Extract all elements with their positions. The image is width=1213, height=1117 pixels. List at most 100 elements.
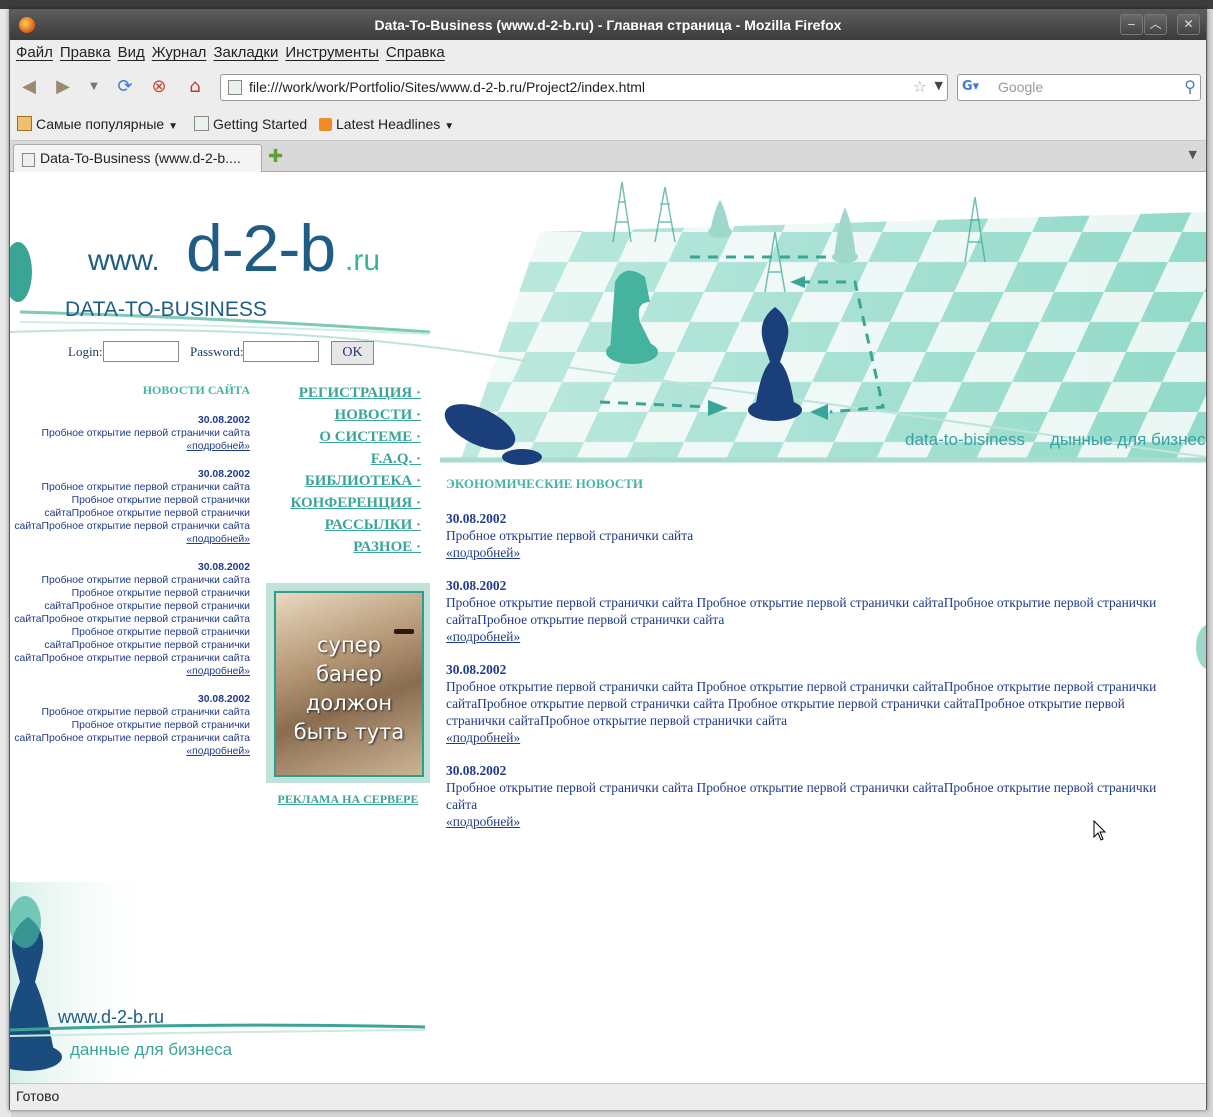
window-title: Data-To-Business (www.d-2-b.ru) - Главна… [374,17,842,33]
tagline-ru: дынные для бизнеса [1050,430,1206,449]
news-more-link[interactable]: «подробней» [446,730,520,745]
page-icon [194,116,209,131]
title-bar: Data-To-Business (www.d-2-b.ru) - Главна… [10,10,1206,40]
page-icon [22,153,35,167]
login-input[interactable] [103,341,179,362]
list-item: 30.08.2002 Пробное открытие первой страни… [446,661,1186,746]
banner-line: банер [316,662,382,686]
bookmarks-toolbar: Самые популярные ▼ Getting Started Lates… [10,110,1206,141]
banner-line: должон [305,691,393,715]
mouse-cursor-icon [1093,820,1107,841]
bookmark-most-visited[interactable]: Самые популярные ▼ [17,116,178,132]
rss-icon [319,118,332,131]
news-text: Пробное открытие первой странички сайта … [446,595,1157,627]
tab-bar: Data-To-Business (www.d-2-b.... ✚ ▼ [10,141,1206,172]
minimize-button[interactable]: ‒ [1120,14,1143,35]
ad-banner[interactable]: супер банер должон быть тута [266,583,430,783]
firefox-window: Data-To-Business (www.d-2-b.ru) - Главна… [9,9,1207,1110]
menu-history[interactable]: Журнал [152,44,207,61]
news-more-link[interactable]: «подробней» [446,545,520,560]
menu-file[interactable]: Файл [16,44,53,61]
banner-line: быть тута [293,720,405,744]
search-placeholder: Google [998,79,1044,95]
ad-caption-link[interactable]: РЕКЛАМА НА СЕРВЕРЕ [266,792,430,807]
search-icon[interactable]: ⚲ [1184,77,1196,96]
site-menu: РЕГИСТРАЦИЯ · НОВОСТИ · О СИСТЕМЕ · F.A.… [260,382,421,558]
news-text: Пробное открытие первой странички сайта … [14,575,250,664]
tab-label: Data-To-Business (www.d-2-b.... [40,150,241,166]
desktop-panel [0,0,1213,9]
list-all-tabs-icon[interactable]: ▼ [1189,148,1197,161]
menu-faq[interactable]: F.A.Q. · [260,448,421,470]
menu-conference[interactable]: КОНФЕРЕНЦИЯ · [260,492,421,514]
news-date: 30.08.2002 [197,415,250,426]
menu-help[interactable]: Справка [386,44,445,61]
footer-www: www.d-2-b.ru [58,1007,165,1027]
menu-mailing[interactable]: РАССЫЛКИ · [260,514,421,536]
login-label: Login: [68,344,103,359]
news-date: 30.08.2002 [197,694,250,705]
ad-banner-text: супер банер должон быть тута [276,631,422,747]
logo-www: www. [88,244,160,277]
news-text: Пробное открытие первой странички сайта … [14,707,250,744]
news-more-link[interactable]: «подробней» [186,441,250,452]
new-tab-icon[interactable]: ✚ [268,146,283,167]
logo-tld: .ru [345,244,381,277]
ad-banner-image: супер банер должон быть тута [274,591,424,777]
bookmark-getting-started[interactable]: Getting Started [194,116,307,132]
list-item: 30.08.2002 Пробное открытие первой страни… [446,577,1186,645]
list-item: 30.08.2002 Пробное открытие первой страни… [10,561,250,678]
stop-icon[interactable]: ⊗ [148,76,170,98]
reload-icon[interactable]: ⟳ [114,76,136,98]
menu-bookmarks[interactable]: Закладки [213,44,278,61]
tagline-d2b: data-to-bisiness [905,430,1026,449]
site-news-title: НОВОСТИ САЙТА [142,383,250,397]
home-icon[interactable]: ⌂ [184,76,206,98]
economic-news-list: 30.08.2002 Пробное открытие первой страни… [446,510,1186,846]
menu-registration[interactable]: РЕГИСТРАЦИЯ · [260,382,421,404]
search-bar[interactable]: G▾ Google ⚲ [957,74,1201,101]
news-text: Пробное открытие первой странички сайта … [14,482,250,532]
news-more-link[interactable]: «подробней» [186,746,250,757]
maximize-button[interactable]: ︿ [1144,14,1167,35]
password-input[interactable] [243,341,319,362]
url-bar[interactable]: file:///work/work/Portfolio/Sites/www.d-… [220,74,948,101]
google-icon[interactable]: G▾ [962,79,979,95]
news-date: 30.08.2002 [446,511,507,526]
forward-icon[interactable]: ▶ [52,76,74,98]
list-item: 30.08.2002 Пробное открытие первой страни… [10,414,250,453]
close-button[interactable]: ✕ [1177,14,1200,35]
bookmark-latest-headlines[interactable]: Latest Headlines ▼ [319,116,454,132]
news-date: 30.08.2002 [446,662,507,677]
site-news-list: 30.08.2002 Пробное открытие первой страни… [10,414,250,773]
menu-news[interactable]: НОВОСТИ · [260,404,421,426]
news-more-link[interactable]: «подробней» [446,629,520,644]
list-item: 30.08.2002 Пробное открытие первой страни… [10,468,250,546]
back-icon[interactable]: ◀ [18,76,40,98]
menu-tools[interactable]: Инструменты [285,44,379,61]
login-ok-button[interactable]: OK [331,341,374,365]
tab-d2b[interactable]: Data-To-Business (www.d-2-b.... [13,144,262,172]
news-date: 30.08.2002 [446,578,507,593]
menu-misc[interactable]: РАЗНОЕ · [260,536,421,558]
history-dropdown-icon[interactable]: ▼ [83,76,105,98]
news-more-link[interactable]: «подробней» [186,666,250,677]
menu-library[interactable]: БИБЛИОТЕКА · [260,470,421,492]
url-dropdown-icon[interactable]: ▼ [935,79,943,92]
logo-subtitle: DATA-TO-BUSINESS [65,298,267,321]
menu-about[interactable]: О СИСТЕМЕ · [260,426,421,448]
news-date: 30.08.2002 [446,763,507,778]
news-more-link[interactable]: «подробней» [446,814,520,829]
bookmark-star-icon[interactable]: ☆ [913,77,927,96]
menu-view[interactable]: Вид [118,44,145,61]
news-date: 30.08.2002 [197,562,250,573]
password-label: Password: [190,344,244,359]
logo-name: d-2-b [186,211,336,285]
footer-tagline: данные для бизнеса [70,1040,233,1059]
news-text: Пробное открытие первой странички сайта [446,528,694,543]
news-text: Пробное открытие первой странички сайта … [446,679,1157,728]
url-text: file:///work/work/Portfolio/Sites/www.d-… [249,79,646,95]
menu-edit[interactable]: Правка [60,44,111,61]
economic-news-title: ЭКОНОМИЧЕСКИЕ НОВОСТИ [446,476,644,491]
news-more-link[interactable]: «подробней» [186,534,250,545]
